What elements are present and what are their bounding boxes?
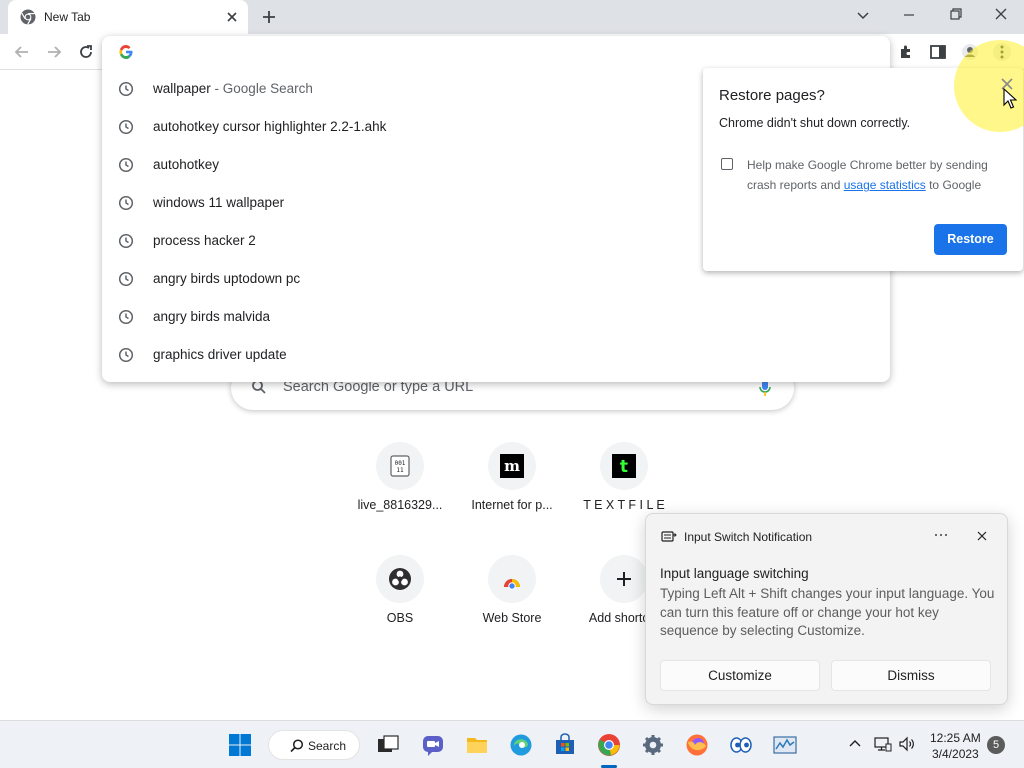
search-icon: [290, 739, 304, 753]
restore-title: Restore pages?: [719, 87, 825, 104]
toast-title: Input language switching: [660, 566, 809, 581]
restore-message: Chrome didn't shut down correctly.: [719, 116, 911, 130]
history-clock-icon: [118, 233, 134, 249]
settings-gear-icon[interactable]: [641, 733, 665, 757]
input-switch-toast: Input Switch Notification Input language…: [645, 513, 1008, 705]
obs-icon: [389, 568, 411, 590]
plus-icon: [617, 572, 631, 586]
chrome-icon: [20, 9, 36, 25]
volume-icon[interactable]: [898, 735, 916, 753]
omnibox-input[interactable]: [148, 40, 848, 64]
history-clock-icon: [118, 347, 134, 363]
binary-file-icon: 001 11: [390, 455, 410, 477]
clock-time[interactable]: 12:25 AM: [930, 731, 981, 745]
webstore-icon: [504, 579, 520, 590]
history-clock-icon: [118, 157, 134, 173]
history-clock-icon: [118, 81, 134, 97]
extensions-puzzle-icon[interactable]: [896, 42, 916, 62]
suggestion-text: process hacker 2: [153, 233, 256, 248]
shortcut-label: T E X T F I L E: [583, 498, 665, 512]
tab-new-tab[interactable]: New Tab: [8, 0, 248, 34]
mouse-pointer-icon: [1003, 88, 1017, 109]
clock-date[interactable]: 3/4/2023: [932, 747, 979, 761]
history-clock-icon: [118, 119, 134, 135]
customize-button[interactable]: Customize: [660, 660, 820, 691]
shortcut-tile[interactable]: 001 11 live_8816329...: [344, 442, 456, 532]
reload-icon[interactable]: [76, 42, 96, 62]
teams-chat-icon[interactable]: [421, 733, 445, 757]
edge-icon[interactable]: [509, 733, 533, 757]
toast-body: Typing Left Alt + Shift changes your inp…: [660, 586, 995, 638]
google-g-icon: [119, 45, 133, 59]
suggestion-text: graphics driver update: [153, 347, 287, 362]
suggestion-text: autohotkey cursor highlighter 2.2-1.ahk: [153, 119, 387, 134]
omnibox-suggestion[interactable]: graphics driver update: [102, 336, 890, 374]
close-icon[interactable]: [974, 528, 990, 544]
windows-start-icon[interactable]: [228, 733, 252, 757]
forward-icon[interactable]: [44, 42, 64, 62]
suggestion-text: autohotkey: [153, 157, 220, 172]
suggestion-text: windows 11 wallpaper: [153, 195, 285, 210]
shortcut-tile[interactable]: m Internet for p...: [456, 442, 568, 532]
shortcut-tile[interactable]: OBS: [344, 555, 456, 645]
usage-statistics-link[interactable]: usage statistics: [844, 178, 926, 192]
shortcut-label: Web Store: [482, 611, 542, 625]
close-window-icon[interactable]: [990, 6, 1012, 24]
shortcut-label: OBS: [386, 611, 414, 625]
resource-monitor-icon[interactable]: [773, 733, 797, 757]
tab-search-chevron-icon[interactable]: [852, 6, 874, 24]
tab-strip: New Tab: [0, 0, 1024, 34]
shortcut-label: live_8816329...: [357, 498, 443, 512]
restore-button[interactable]: Restore: [934, 224, 1007, 255]
svg-text:m: m: [504, 457, 520, 475]
history-clock-icon: [118, 195, 134, 211]
tray-chevron-up-icon[interactable]: [846, 735, 864, 753]
taskbar: Search 12:25 AM 3/4/2023 5: [0, 720, 1024, 768]
svg-text:t: t: [620, 457, 628, 477]
omnibox-suggestion[interactable]: angry birds malvida: [102, 298, 890, 336]
suggestion-text: angry birds uptodown pc: [153, 271, 301, 286]
more-options-icon[interactable]: [932, 528, 950, 542]
suggestion-text: angry birds malvida: [153, 309, 271, 324]
notification-count-badge[interactable]: 5: [987, 736, 1005, 754]
m-logo-icon: m: [500, 454, 524, 478]
restore-window-icon[interactable]: [944, 6, 966, 24]
close-tab-icon[interactable]: [224, 9, 240, 25]
back-icon[interactable]: [12, 42, 32, 62]
crash-report-label: Help make Google Chrome better by sendin…: [747, 158, 988, 192]
keyboard-icon: [661, 531, 677, 542]
chrome-taskbar-icon[interactable]: [597, 733, 621, 757]
task-view-icon[interactable]: [376, 733, 400, 757]
suggestion-text: wallpaper: [153, 81, 211, 96]
tab-title: New Tab: [44, 10, 91, 24]
history-clock-icon: [118, 271, 134, 287]
toast-app-name: Input Switch Notification: [684, 530, 813, 544]
shortcut-tile[interactable]: Web Store: [456, 555, 568, 645]
taskbar-search[interactable]: Search: [268, 730, 360, 760]
minimize-icon[interactable]: [898, 6, 920, 24]
history-clock-icon: [118, 309, 134, 325]
eyes-app-icon[interactable]: [729, 733, 753, 757]
taskbar-search-label: Search: [308, 739, 347, 753]
dismiss-button[interactable]: Dismiss: [831, 660, 991, 691]
crash-report-checkbox[interactable]: [721, 158, 733, 170]
file-explorer-icon[interactable]: [465, 733, 489, 757]
suggestion-suffix: - Google Search: [210, 81, 313, 96]
svg-text:001: 001: [395, 460, 406, 467]
network-icon[interactable]: [874, 735, 892, 753]
microsoft-store-icon[interactable]: [553, 733, 577, 757]
t-logo-icon: t: [612, 454, 636, 478]
svg-text:11: 11: [396, 467, 404, 474]
shortcut-label: Internet for p...: [471, 498, 553, 512]
new-tab-plus-icon[interactable]: [260, 8, 278, 26]
firefox-icon[interactable]: [685, 733, 709, 757]
side-panel-icon[interactable]: [928, 42, 948, 62]
